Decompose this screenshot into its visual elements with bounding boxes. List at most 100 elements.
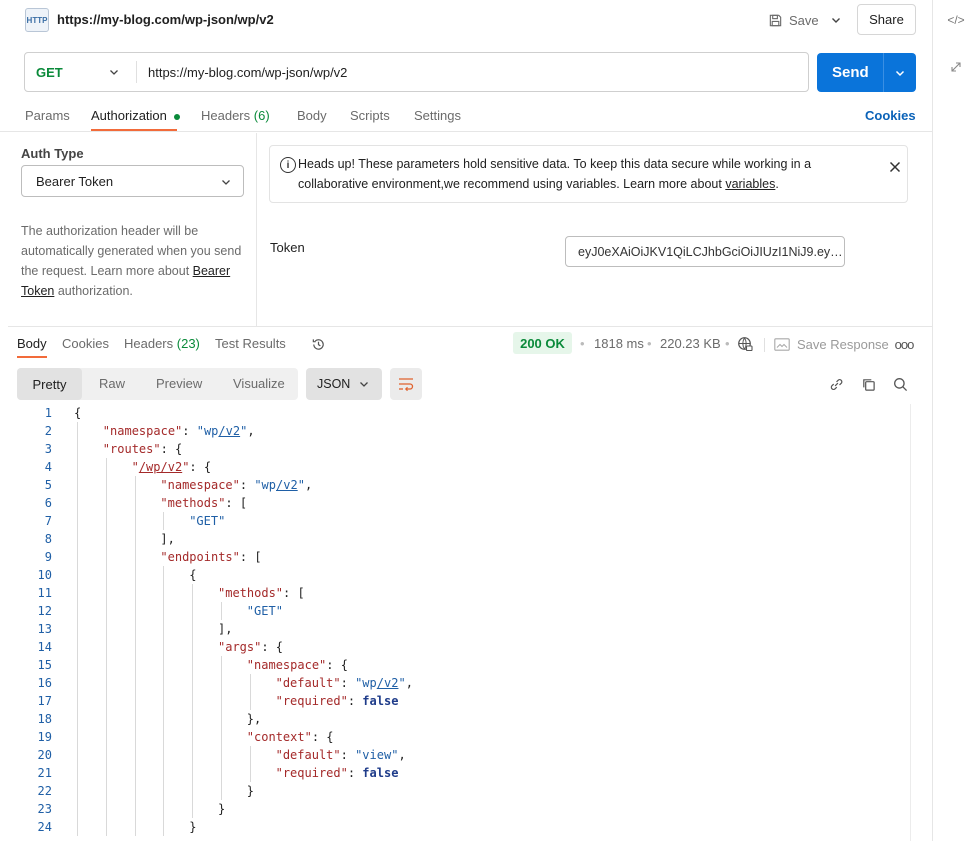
response-headers-count: (23) (176, 336, 200, 351)
code-line: 12 "GET" (8, 602, 908, 620)
token-input[interactable]: eyJ0eXAiOiJKV1QiLCJhbGciOiJIUzI1NiJ9.ey… (565, 236, 845, 267)
save-button[interactable]: Save (768, 10, 819, 30)
close-icon[interactable] (886, 158, 904, 176)
code-text: }, (247, 710, 261, 728)
variables-link[interactable]: variables (725, 177, 775, 191)
sensitive-data-alert: i Heads up! These parameters hold sensit… (269, 145, 908, 203)
line-number: 6 (44, 496, 52, 510)
line-number: 19 (37, 730, 52, 744)
format-select[interactable]: JSON (306, 368, 382, 400)
code-token: : (347, 766, 363, 780)
indent-guide (134, 476, 136, 836)
code-line: 5 "namespace": "wp/v2", (8, 476, 908, 494)
indent-guide (77, 422, 78, 836)
code-text: "endpoints": [ (160, 548, 261, 566)
request-title: https://my-blog.com/wp-json/wp/v2 (57, 12, 274, 27)
copy-icon[interactable] (858, 375, 878, 393)
network-globe-icon[interactable] (736, 335, 754, 353)
line-number: 8 (44, 532, 52, 546)
code-token: "GET" (189, 514, 226, 528)
code-token: "default" (275, 676, 341, 690)
line-number: 17 (37, 694, 52, 708)
response-tab-test-results[interactable]: Test Results (215, 336, 286, 351)
search-icon[interactable] (890, 375, 910, 393)
code-token: "context" (246, 730, 312, 744)
line-number: 16 (37, 676, 52, 690)
code-token: : { (326, 658, 348, 672)
url-input[interactable] (148, 62, 788, 82)
code-line: 15 "namespace": { (8, 656, 908, 674)
share-button[interactable]: Share (857, 4, 916, 35)
send-options-chevron-down-icon[interactable] (894, 67, 906, 79)
cookies-link[interactable]: Cookies (865, 108, 916, 123)
code-token: : (347, 694, 363, 708)
url-bar: GET (24, 52, 809, 92)
wrap-lines-icon[interactable] (390, 368, 422, 400)
code-token: false (362, 766, 399, 780)
code-token: "/wp/v2" (131, 460, 190, 474)
code-text: "routes": { (103, 440, 182, 458)
expand-icon[interactable] (947, 58, 965, 76)
line-number: 11 (37, 586, 52, 600)
line-number: 9 (44, 550, 52, 564)
view-mode-pretty[interactable]: Pretty (17, 368, 82, 400)
editor-scrollbar[interactable] (910, 404, 922, 841)
code-token: "required" (275, 694, 348, 708)
tab-body[interactable]: Body (297, 108, 327, 123)
line-number: 20 (37, 748, 52, 762)
indent-guide (249, 674, 251, 710)
code-token: "default" (275, 748, 341, 762)
tab-authorization[interactable]: Authorization (91, 108, 180, 132)
response-tab-cookies[interactable]: Cookies (62, 336, 109, 351)
send-button[interactable]: Send (817, 53, 916, 92)
auth-description: The authorization header will be automat… (21, 224, 242, 298)
more-options-icon[interactable]: ooo (894, 335, 915, 353)
code-text: "methods": [ (160, 494, 247, 512)
line-number: 18 (37, 712, 52, 726)
line-number: 7 (44, 514, 52, 528)
view-mode-visualize[interactable]: Visualize (233, 376, 285, 391)
save-options-chevron-icon[interactable] (826, 10, 846, 30)
code-line: 20 "default": "view", (8, 746, 908, 764)
code-line: 3 "routes": { (8, 440, 908, 458)
tab-headers[interactable]: Headers (6) (201, 108, 270, 123)
view-mode-raw[interactable]: Raw (99, 376, 125, 391)
tab-scripts[interactable]: Scripts (350, 108, 390, 123)
history-icon[interactable] (309, 335, 327, 353)
indent-guide (105, 458, 107, 836)
code-token: : (239, 478, 255, 492)
tab-params[interactable]: Params (25, 108, 70, 123)
tab-settings[interactable]: Settings (414, 108, 461, 123)
response-tab-body[interactable]: Body (17, 336, 47, 358)
auth-type-select[interactable]: Bearer Token (21, 165, 244, 197)
line-number: 14 (37, 640, 52, 654)
link-icon[interactable] (826, 375, 846, 393)
code-icon[interactable]: </> (945, 10, 967, 30)
code-token: "namespace" (246, 658, 327, 672)
code-text: "/wp/v2": { (132, 458, 212, 476)
method-select[interactable]: GET (25, 53, 136, 91)
code-token: "namespace" (102, 424, 183, 438)
code-line: 1{ (8, 404, 908, 422)
response-time[interactable]: 1818 ms (594, 336, 644, 351)
code-text: "args": { (218, 638, 283, 656)
code-token: "view" (355, 748, 399, 762)
code-token: : [ (239, 550, 262, 564)
code-token: "endpoints" (160, 550, 240, 564)
code-text: "namespace": "wp/v2", (160, 476, 312, 494)
response-size[interactable]: 220.23 KB (660, 336, 721, 351)
code-token: : (340, 748, 356, 762)
code-viewer[interactable]: 1{2 "namespace": "wp/v2", 3 "routes": {4 "/w… (8, 404, 910, 841)
code-token: } (246, 784, 255, 798)
authorization-active-dot (173, 113, 180, 120)
code-token: "methods" (160, 496, 226, 510)
save-response-button[interactable]: Save Response (774, 335, 889, 353)
status-badge[interactable]: 200 OK (513, 332, 572, 354)
code-text: "required": false (276, 692, 399, 710)
code-token: , (304, 478, 313, 492)
auth-type-label: Auth Type (21, 146, 84, 161)
response-tab-headers[interactable]: Headers (23) (124, 336, 200, 351)
view-mode-preview[interactable]: Preview (156, 376, 202, 391)
line-number: 10 (37, 568, 52, 582)
code-text: "default": "wp/v2", (276, 674, 413, 692)
